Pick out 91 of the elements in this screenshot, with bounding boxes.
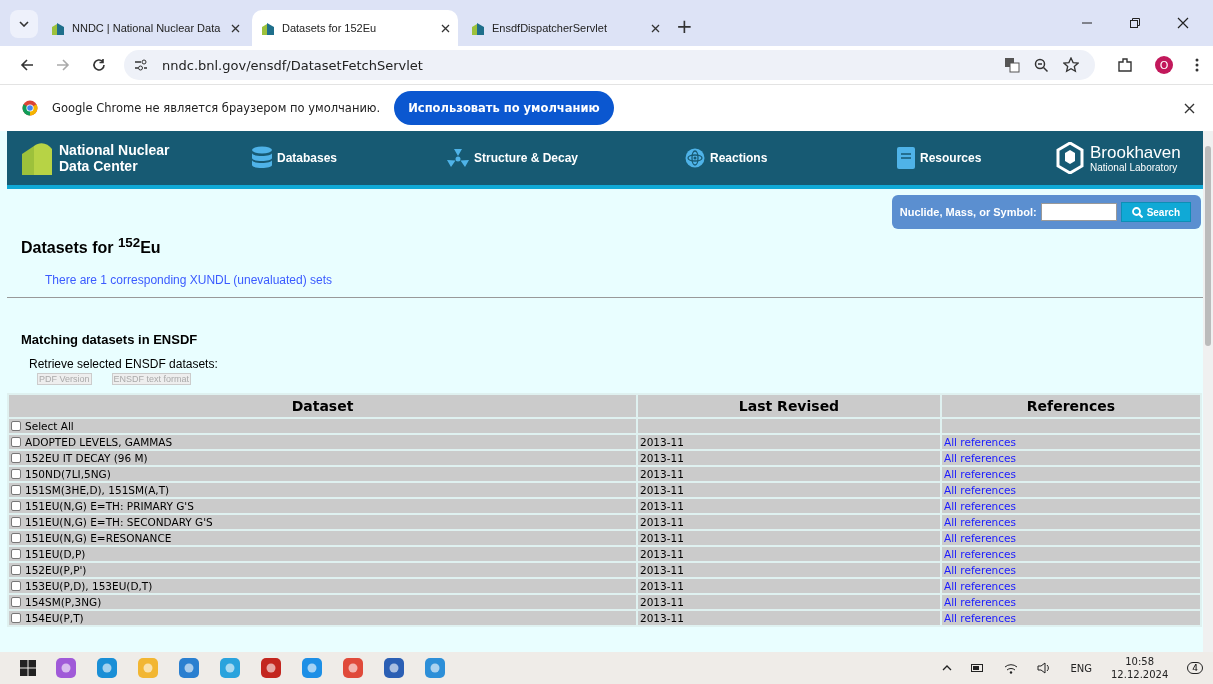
revision-date: 2013-11	[640, 612, 684, 625]
nndc-logo[interactable]: National Nuclear Data Center	[21, 140, 251, 176]
column-header: Last Revised	[637, 394, 941, 419]
infobar-message: Google Chrome не является браузером по умолчанию.	[52, 101, 381, 115]
caret-icon[interactable]	[19, 21, 29, 27]
checkbox[interactable]	[11, 597, 21, 608]
checkbox[interactable]	[11, 613, 21, 624]
close-icon[interactable]	[1177, 17, 1189, 29]
checkbox[interactable]	[11, 533, 21, 544]
address-bar[interactable]: nndc.bnl.gov/ensdf/DatasetFetchServlet	[124, 50, 1095, 80]
column-header: Dataset	[8, 394, 637, 419]
clock[interactable]: 10:58 12.12.2024	[1111, 655, 1169, 681]
zoom-icon[interactable]	[1034, 57, 1049, 73]
dataset-name: 151EU(N,G) E=TH: SECONDARY G'S	[25, 516, 213, 529]
windows-start-icon[interactable]	[20, 660, 36, 676]
checkbox[interactable]	[11, 453, 21, 464]
revision-date: 2013-11	[640, 484, 684, 497]
dataset-name: 151EU(N,G) E=TH: PRIMARY G'S	[25, 500, 194, 513]
nav-menu-item[interactable]: Reactions	[684, 147, 896, 169]
dataset-name: 152EU(P,P')	[25, 564, 87, 577]
bookmark-star-icon[interactable]	[1063, 57, 1079, 73]
xundl-link[interactable]: There are 1 corresponding XUNDL (unevaluated) sets	[45, 273, 333, 288]
browser-tab[interactable]: NNDC | National Nuclear Data	[42, 10, 248, 46]
atom-icon[interactable]	[684, 147, 706, 169]
checkbox[interactable]	[11, 485, 21, 496]
retrieve-label: Retrieve selected ENSDF datasets:	[29, 357, 219, 372]
revision-date: 2013-11	[640, 596, 684, 609]
nav-menu-item[interactable]: Resources	[896, 146, 1056, 170]
checkbox[interactable]	[11, 501, 21, 512]
revision-date: 2013-11	[640, 532, 684, 545]
dataset-name: 152EU IT DECAY (96 M)	[25, 452, 148, 465]
dataset-name: 150ND(7LI,5NG)	[25, 468, 111, 481]
page-title: Datasets for $^{152}$Eu	[21, 235, 162, 258]
new-tab-button[interactable]: +	[676, 14, 693, 38]
dataset-name: 153EU(P,D), 153EU(D,T)	[25, 580, 153, 593]
dataset-name: 154EU(P,T)	[25, 612, 84, 625]
set-default-button[interactable]: Использовать по умолчанию	[394, 91, 614, 125]
book-icon[interactable]	[896, 146, 916, 170]
database-icon[interactable]	[251, 146, 273, 170]
dataset-name: ADOPTED LEVELS, GAMMAS	[25, 436, 173, 449]
revision-date: 2013-11	[640, 580, 684, 593]
checkbox[interactable]	[11, 517, 21, 528]
search-field[interactable]	[1040, 203, 1117, 221]
radiation-icon[interactable]	[446, 147, 470, 169]
menu-icon[interactable]	[1195, 58, 1199, 72]
battery-icon[interactable]	[971, 663, 986, 673]
browser-tab[interactable]: EnsdfDispatcherServlet	[462, 10, 668, 46]
restore-icon[interactable]	[1129, 17, 1141, 29]
browser-tab[interactable]: Datasets for 152Eu	[252, 10, 458, 46]
column-header: References	[941, 394, 1201, 419]
close-icon[interactable]	[231, 23, 240, 33]
checkbox[interactable]	[11, 581, 21, 592]
search-label: Nuclide, Mass, or Symbol:	[899, 206, 1037, 218]
site-icon	[50, 20, 66, 36]
revision-date: 2013-11	[640, 500, 684, 513]
back-icon[interactable]	[20, 58, 34, 72]
extensions-icon[interactable]	[1117, 57, 1133, 73]
section-heading: Matching datasets in ENSDF	[21, 332, 199, 348]
dataset-name: 151EU(N,G) E=RESONANCE	[25, 532, 172, 545]
checkbox[interactable]	[11, 549, 21, 560]
language-indicator[interactable]: ENG	[1070, 662, 1092, 674]
chevron-up-icon[interactable]	[942, 665, 953, 671]
nav-menu-item[interactable]: Structure & Decay	[446, 147, 684, 169]
profile-avatar[interactable]: O	[1155, 56, 1173, 74]
close-icon[interactable]	[441, 23, 450, 33]
translate-icon[interactable]	[1004, 57, 1020, 73]
brookhaven-logo[interactable]: Brookhaven National Laboratory	[1056, 142, 1181, 174]
reload-icon[interactable]	[92, 58, 106, 72]
forward-icon[interactable]	[56, 58, 70, 72]
revision-date: 2013-11	[640, 436, 684, 449]
site-icon	[470, 20, 486, 36]
dataset-name: 151EU(D,P)	[25, 548, 86, 561]
revision-date: 2013-11	[640, 468, 684, 481]
revision-date: 2013-11	[640, 564, 684, 577]
revision-date: 2013-11	[640, 548, 684, 561]
revision-date: 2013-11	[640, 516, 684, 529]
site-icon	[260, 20, 276, 36]
close-icon[interactable]	[1184, 102, 1195, 114]
speaker-icon[interactable]	[1037, 662, 1052, 674]
nav-menu-item[interactable]: Databases	[251, 146, 446, 170]
wifi-icon[interactable]	[1004, 662, 1019, 674]
revision-date: 2013-11	[640, 452, 684, 465]
close-icon[interactable]	[651, 23, 660, 33]
dataset-name: 154SM(P,3NG)	[25, 596, 102, 609]
checkbox[interactable]	[11, 469, 21, 480]
site-settings-icon[interactable]	[134, 59, 148, 71]
checkbox[interactable]	[11, 437, 21, 448]
search-icon[interactable]	[1131, 206, 1143, 218]
checkbox[interactable]	[11, 565, 21, 576]
scrollbar[interactable]	[1203, 131, 1213, 652]
dataset-name: 151SM(3HE,D), 151SM(A,T)	[25, 484, 170, 497]
